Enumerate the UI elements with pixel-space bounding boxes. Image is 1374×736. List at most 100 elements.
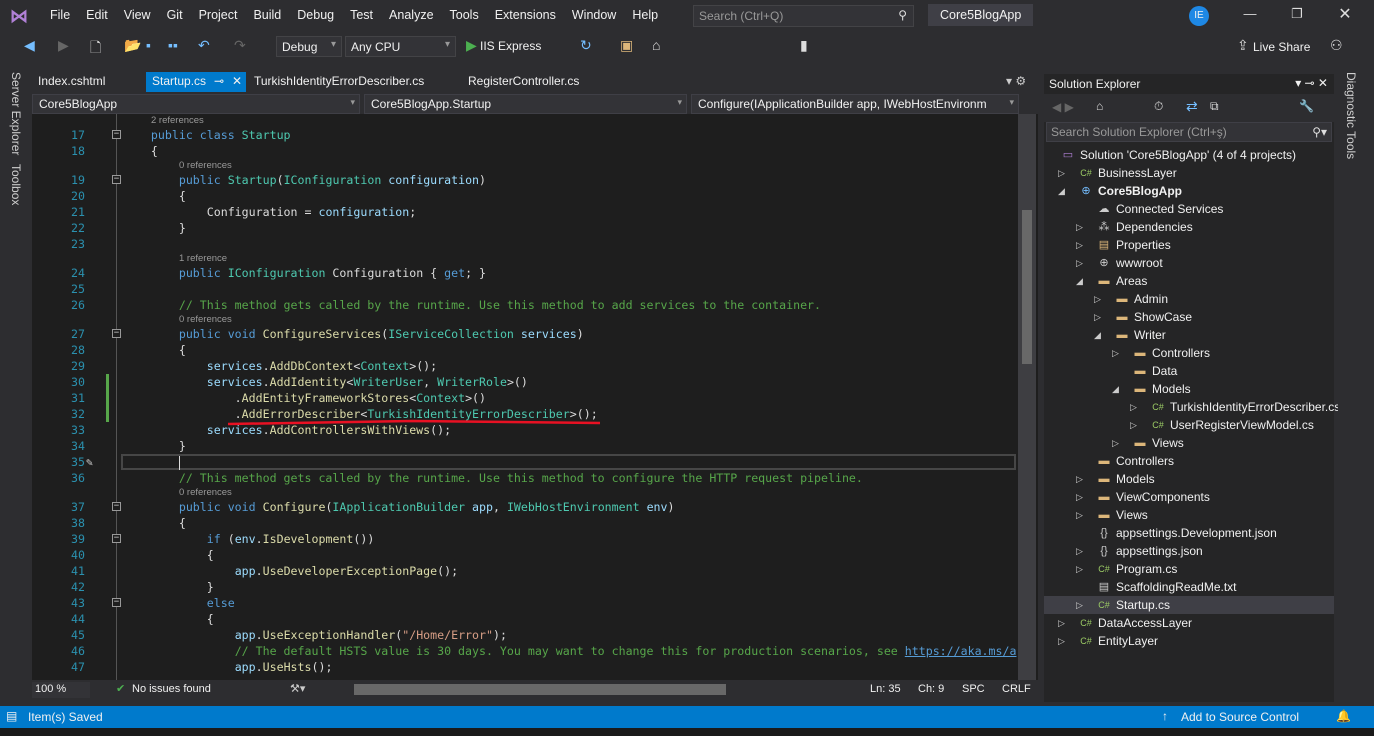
tab-turkish-identity-error-describer[interactable]: TurkishIdentityErrorDescriber.cs — [248, 72, 430, 92]
forward-icon[interactable]: ▶ — [58, 37, 69, 57]
tab-register-controller[interactable]: RegisterController.cs — [462, 72, 585, 92]
collapsed-arrow-icon[interactable]: ▷ — [1076, 254, 1083, 272]
menu-help[interactable]: Help — [624, 8, 666, 22]
redo-icon[interactable]: ↷ — [234, 37, 246, 57]
menu-view[interactable]: View — [116, 8, 159, 22]
tree-item[interactable]: {} appsettings.Development.json — [1044, 524, 1334, 542]
tab-overflow-icon[interactable]: ▾ ⚙ — [1000, 72, 1032, 92]
vertical-scrollbar[interactable] — [1018, 114, 1036, 680]
project-dropdown[interactable]: Core5BlogApp — [32, 94, 360, 114]
expanded-arrow-icon[interactable]: ◢ — [1058, 182, 1065, 200]
zoom-dropdown[interactable]: 100 % — [32, 682, 90, 698]
diagnostic-tools-tab[interactable]: Diagnostic Tools — [1344, 72, 1358, 159]
browser-icon[interactable]: ⌂ — [652, 37, 660, 57]
tree-item[interactable]: ◢ ▬ Areas — [1044, 272, 1334, 290]
menu-build[interactable]: Build — [245, 8, 289, 22]
expanded-arrow-icon[interactable]: ◢ — [1076, 272, 1083, 290]
tree-item[interactable]: ▷ ▬ Admin — [1044, 290, 1334, 308]
menu-debug[interactable]: Debug — [289, 8, 342, 22]
collapsed-arrow-icon[interactable]: ▷ — [1094, 308, 1101, 326]
collapsed-arrow-icon[interactable]: ▷ — [1058, 164, 1065, 182]
collapse-all-icon[interactable]: ⧉ — [1210, 99, 1219, 114]
tree-item[interactable]: ▭ Solution 'Core5BlogApp' (4 of 4 project… — [1044, 146, 1334, 164]
menu-tools[interactable]: Tools — [442, 8, 487, 22]
scrollbar-thumb[interactable] — [1022, 210, 1032, 364]
expanded-arrow-icon[interactable]: ◢ — [1094, 326, 1101, 344]
type-dropdown[interactable]: Core5BlogApp.Startup — [364, 94, 687, 114]
restore-icon[interactable]: ❐ — [1287, 6, 1307, 22]
open-folder-icon[interactable]: 📂 — [124, 37, 141, 57]
tree-item[interactable]: ▷ ⊕ wwwroot — [1044, 254, 1334, 272]
server-explorer-tab[interactable]: Server Explorer — [9, 72, 23, 155]
tree-item[interactable]: ▷ ▬ ViewComponents — [1044, 488, 1334, 506]
run-target-button[interactable]: IIS Express — [480, 39, 541, 59]
expanded-arrow-icon[interactable]: ◢ — [1112, 380, 1119, 398]
collapsed-arrow-icon[interactable]: ▷ — [1094, 290, 1101, 308]
add-to-source-control-button[interactable]: Add to Source Control — [1181, 710, 1299, 724]
new-item-icon[interactable]: 🗋 — [90, 37, 101, 57]
configuration-dropdown[interactable]: Debug — [276, 36, 342, 57]
live-share-button[interactable]: Live Share — [1253, 40, 1310, 60]
collapsed-arrow-icon[interactable]: ▷ — [1112, 344, 1119, 362]
collapsed-arrow-icon[interactable]: ▷ — [1076, 596, 1083, 614]
code-cleanup-icon[interactable]: ⚒▾ — [290, 682, 305, 695]
global-search-input[interactable]: Search (Ctrl+Q) ⚲ — [693, 5, 914, 27]
back-icon[interactable]: ◀ — [24, 37, 35, 57]
back-icon[interactable]: ◀ ▶ — [1052, 100, 1074, 114]
save-icon[interactable]: ▪ — [146, 37, 151, 57]
solution-search-input[interactable]: Search Solution Explorer (Ctrl+ş) ⚲▾ — [1046, 122, 1332, 142]
menu-git[interactable]: Git — [159, 8, 191, 22]
collapsed-arrow-icon[interactable]: ▷ — [1112, 434, 1119, 452]
menu-extensions[interactable]: Extensions — [487, 8, 564, 22]
tree-item[interactable]: ◢ ⊕ Core5BlogApp — [1044, 182, 1334, 200]
tree-item[interactable]: ▷ C# TurkishIdentityErrorDescriber.cs — [1044, 398, 1340, 416]
tree-item[interactable]: ▷ C# Startup.cs — [1044, 596, 1334, 614]
tree-item[interactable]: ▷ C# UserRegisterViewModel.cs — [1044, 416, 1334, 434]
tree-item[interactable]: ▷ ▬ Models — [1044, 470, 1334, 488]
pending-changes-icon[interactable]: ⏱ — [1154, 99, 1163, 114]
collapsed-arrow-icon[interactable]: ▷ — [1058, 614, 1065, 632]
tab-startup-cs[interactable]: Startup.cs ⊸ ✕ — [146, 72, 246, 92]
line-ending-indicator[interactable]: CRLF — [1002, 683, 1031, 695]
properties-icon[interactable]: 🔧 — [1299, 99, 1314, 113]
notification-bell-icon[interactable]: 🔔 — [1336, 709, 1351, 723]
member-dropdown[interactable]: Configure(IApplicationBuilder app, IWebH… — [691, 94, 1019, 114]
tree-item[interactable]: ▬ Controllers — [1044, 452, 1334, 470]
collapsed-arrow-icon[interactable]: ▷ — [1076, 506, 1083, 524]
minimize-icon[interactable]: — — [1240, 6, 1260, 21]
collapsed-arrow-icon[interactable]: ▷ — [1076, 236, 1083, 254]
browse-folder-icon[interactable]: ▣ — [620, 37, 633, 57]
issues-status[interactable]: No issues found — [132, 683, 211, 695]
home-icon[interactable]: ⌂ — [1096, 99, 1103, 113]
live-share-icon[interactable]: ⇪ — [1237, 37, 1249, 57]
tree-item[interactable]: ▷ ▤ Properties — [1044, 236, 1334, 254]
bookmark-icon[interactable]: ▮ — [800, 37, 808, 57]
save-all-icon[interactable]: ▪▪ — [168, 37, 178, 57]
whitespace-indicator[interactable]: SPC — [962, 683, 985, 695]
collapsed-arrow-icon[interactable]: ▷ — [1076, 218, 1083, 236]
tab-index-cshtml[interactable]: Index.cshtml — [32, 72, 111, 92]
close-window-icon[interactable]: ✕ — [1335, 4, 1355, 24]
tree-item[interactable]: ▷ {} appsettings.json — [1044, 542, 1334, 560]
collapsed-arrow-icon[interactable]: ▷ — [1076, 560, 1083, 578]
tree-item[interactable]: ▷ ⁂ Dependencies — [1044, 218, 1334, 236]
close-tab-icon[interactable]: ✕ — [232, 74, 242, 88]
code-editor[interactable]: 2 references 17− public class Startup 18 {… — [32, 114, 1038, 680]
feedback-icon[interactable]: ⚇ — [1330, 37, 1343, 57]
platform-dropdown[interactable]: Any CPU — [345, 36, 456, 57]
start-debug-icon[interactable]: ▶ — [466, 37, 477, 57]
tree-item[interactable]: ▷ C# DataAccessLayer — [1044, 614, 1334, 632]
tree-item[interactable]: ▷ ▬ Controllers — [1044, 344, 1334, 362]
menu-analyze[interactable]: Analyze — [381, 8, 441, 22]
pin-icon[interactable]: ⊸ — [214, 74, 224, 88]
collapsed-arrow-icon[interactable]: ▷ — [1076, 542, 1083, 560]
horizontal-scrollbar[interactable] — [354, 684, 726, 695]
tree-item[interactable]: ◢ ▬ Models — [1044, 380, 1334, 398]
menu-project[interactable]: Project — [191, 8, 246, 22]
collapsed-arrow-icon[interactable]: ▷ — [1130, 398, 1137, 416]
tree-item[interactable]: ▷ ▬ Views — [1044, 434, 1334, 452]
menu-file[interactable]: File — [42, 8, 78, 22]
sync-icon[interactable]: ⇄ — [1186, 98, 1198, 115]
panel-controls-icon[interactable]: ▾ ⊸ ✕ — [1295, 76, 1328, 90]
tree-item[interactable]: ▬ Data — [1044, 362, 1334, 380]
